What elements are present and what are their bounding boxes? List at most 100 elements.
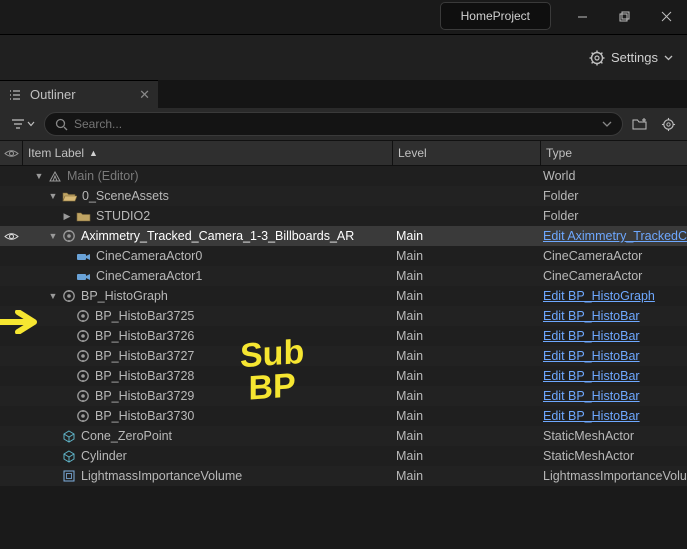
level-cell: Main — [389, 269, 536, 283]
item-text: BP_HistoGraph — [81, 289, 168, 303]
level-cell: Main — [389, 389, 536, 403]
type-cell: StaticMeshActor — [536, 449, 687, 463]
search-icon — [55, 118, 68, 131]
tree-row[interactable]: BP_HistoBar3726MainEdit BP_HistoBar — [0, 326, 687, 346]
tree-row[interactable]: BP_HistoBar3725MainEdit BP_HistoBar — [0, 306, 687, 326]
chevron-down-icon[interactable] — [602, 119, 612, 129]
tree-row[interactable]: BP_HistoBar3730 MainEdit BP_HistoBar — [0, 406, 687, 426]
item-text: BP_HistoBar3730 — [95, 409, 194, 423]
item-text: 0_SceneAssets — [82, 189, 169, 203]
item-label: ▼ BP_HistoGraph — [22, 289, 389, 303]
settings-row: Settings — [0, 34, 687, 80]
maximize-button[interactable] — [603, 0, 645, 32]
item-label-column[interactable]: Item Label▲ — [23, 146, 392, 160]
tree-row[interactable]: ▼ 0_SceneAssets Folder — [0, 186, 687, 206]
gear-icon[interactable] — [657, 113, 679, 135]
type-cell[interactable]: Edit BP_HistoBar — [536, 389, 687, 403]
item-label: ▶ STUDIO2 — [22, 209, 389, 223]
item-label: BP_HistoBar3725 — [22, 309, 389, 323]
level-cell: Main — [389, 289, 536, 303]
type-cell: CineCameraActor — [536, 269, 687, 283]
type-cell[interactable]: Edit BP_HistoBar — [536, 309, 687, 323]
tree-row[interactable]: BP_HistoBar3727MainEdit BP_HistoBar — [0, 346, 687, 366]
type-cell: World — [536, 169, 687, 183]
settings-label: Settings — [611, 50, 658, 65]
tree-row[interactable]: Cone_ZeroPointMainStaticMeshActor — [0, 426, 687, 446]
item-label: ▼ Main (Editor) — [22, 169, 389, 183]
close-icon[interactable]: ✕ — [139, 87, 150, 103]
titlebar: HomeProject — [0, 0, 687, 34]
bp-icon — [62, 229, 76, 243]
type-cell: Folder — [536, 189, 687, 203]
world-icon — [48, 170, 62, 182]
bp-icon — [76, 389, 90, 403]
item-text: Main (Editor) — [67, 169, 139, 183]
folder-icon — [76, 210, 91, 222]
item-text: Cylinder — [81, 449, 127, 463]
outliner-tree: ▼ Main (Editor) World ▼ 0_SceneAssets Folder ▶… — [0, 166, 687, 486]
tree-row[interactable]: ▼Aximmetry_Tracked_Camera_1-3_Billboards… — [0, 226, 687, 246]
expand-arrow-down-icon[interactable]: ▼ — [47, 231, 59, 241]
level-cell: Main — [389, 429, 536, 443]
tree-row[interactable]: CineCameraActor1 MainCineCameraActor — [0, 266, 687, 286]
expand-arrow-down-icon[interactable]: ▼ — [47, 191, 59, 201]
item-text: BP_HistoBar3727 — [95, 349, 194, 363]
item-text: CineCameraActor1 — [96, 269, 202, 283]
mesh-icon — [62, 449, 76, 463]
tree-row[interactable]: BP_HistoBar3728MainEdit BP_HistoBar — [0, 366, 687, 386]
level-cell: Main — [389, 249, 536, 263]
type-cell[interactable]: Edit BP_HistoBar — [536, 369, 687, 383]
tree-row[interactable]: LightmassImportanceVolumeMainLightmassIm… — [0, 466, 687, 486]
item-text: Cone_ZeroPoint — [81, 429, 172, 443]
type-column[interactable]: Type — [541, 146, 687, 160]
type-cell[interactable]: Edit BP_HistoBar — [536, 409, 687, 423]
tree-row[interactable]: ▼ BP_HistoGraph MainEdit BP_HistoGraph — [0, 286, 687, 306]
bp-icon — [76, 369, 90, 383]
item-label: CineCameraActor1 — [22, 269, 389, 283]
visibility-toggle[interactable] — [0, 231, 22, 242]
type-cell: CineCameraActor — [536, 249, 687, 263]
level-cell: Main — [389, 409, 536, 423]
filter-button[interactable] — [8, 112, 38, 136]
item-label: BP_HistoBar3730 — [22, 409, 389, 423]
type-cell[interactable]: Edit Aximmetry_TrackedCamera — [536, 229, 687, 243]
bp-icon — [62, 289, 76, 303]
type-cell: LightmassImportanceVolume — [536, 469, 687, 483]
item-text: BP_HistoBar3729 — [95, 389, 194, 403]
item-label: Cylinder — [22, 449, 389, 463]
minimize-button[interactable] — [561, 0, 603, 32]
tree-row[interactable]: ▶STUDIO2Folder — [0, 206, 687, 226]
level-cell: Main — [389, 229, 536, 243]
folder-open-icon — [62, 190, 77, 202]
item-label: LightmassImportanceVolume — [22, 469, 389, 483]
tree-row[interactable]: ▼ Main (Editor) World — [0, 166, 687, 186]
tree-row[interactable]: CineCameraActor0 MainCineCameraActor — [0, 246, 687, 266]
settings-button[interactable]: Settings — [589, 50, 673, 66]
type-cell[interactable]: Edit BP_HistoGraph — [536, 289, 687, 303]
item-label: BP_HistoBar3726 — [22, 329, 389, 343]
outliner-tab-label: Outliner — [30, 87, 76, 102]
add-folder-button[interactable] — [629, 113, 651, 135]
expand-arrow-down-icon[interactable]: ▼ — [33, 171, 45, 181]
outliner-tab[interactable]: Outliner ✕ — [0, 80, 158, 108]
item-label: ▼Aximmetry_Tracked_Camera_1-3_Billboards… — [22, 229, 389, 243]
bp-icon — [76, 409, 90, 423]
item-label: BP_HistoBar3727 — [22, 349, 389, 363]
search-input[interactable] — [74, 117, 602, 131]
type-cell[interactable]: Edit BP_HistoBar — [536, 349, 687, 363]
search-field[interactable] — [44, 112, 623, 136]
item-text: CineCameraActor0 — [96, 249, 202, 263]
visibility-column[interactable] — [0, 148, 22, 159]
expand-arrow-right-icon[interactable]: ▶ — [61, 211, 73, 222]
list-icon — [8, 88, 22, 102]
item-text: STUDIO2 — [96, 209, 150, 223]
level-column[interactable]: Level — [393, 146, 540, 160]
expand-arrow-down-icon[interactable]: ▼ — [47, 291, 59, 301]
tree-row[interactable]: BP_HistoBar3729 MainEdit BP_HistoBar — [0, 386, 687, 406]
project-tab[interactable]: HomeProject — [440, 2, 551, 30]
item-label: ▼ 0_SceneAssets — [22, 189, 389, 203]
type-cell[interactable]: Edit BP_HistoBar — [536, 329, 687, 343]
tree-row[interactable]: CylinderMainStaticMeshActor — [0, 446, 687, 466]
tabs-row: Outliner ✕ — [0, 80, 687, 108]
close-window-button[interactable] — [645, 0, 687, 32]
